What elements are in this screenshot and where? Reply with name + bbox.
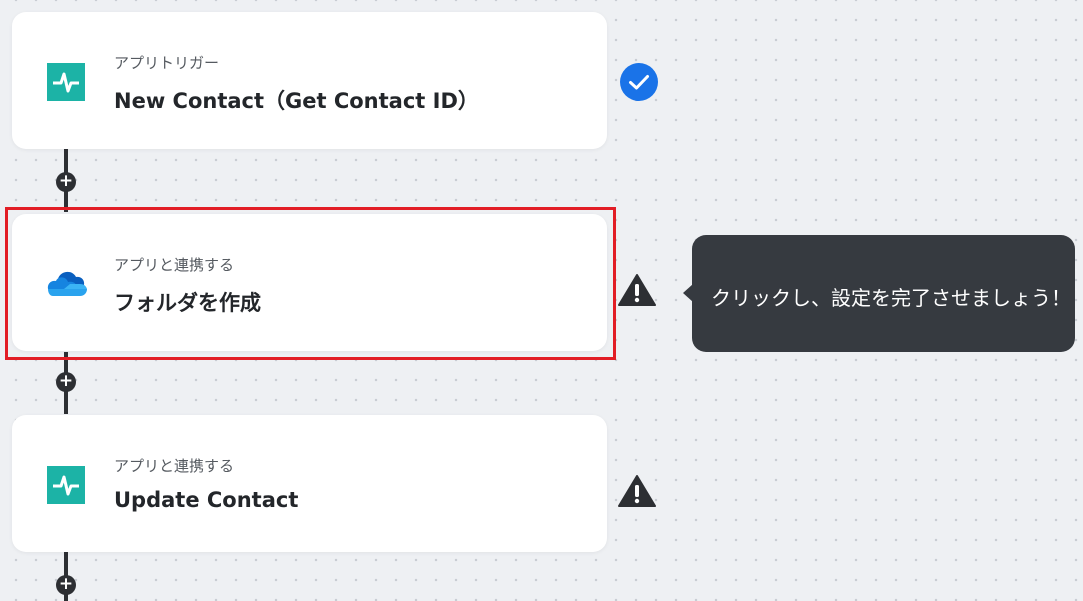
add-step-button[interactable]: + xyxy=(56,372,76,392)
flow-step-card-create-folder[interactable]: アプリと連携する フォルダを作成 xyxy=(12,214,607,351)
step-title: New Contact（Get Contact ID） xyxy=(114,89,479,113)
tooltip-text: クリックし、設定を完了させましょう！ xyxy=(711,286,1071,310)
step-title: Update Contact xyxy=(114,488,299,512)
warning-icon[interactable] xyxy=(618,273,656,307)
step-subtitle: アプリトリガー xyxy=(114,54,220,72)
add-step-button[interactable]: + xyxy=(56,575,76,595)
step-title: フォルダを作成 xyxy=(114,291,261,315)
step-subtitle: アプリと連携する xyxy=(114,256,235,274)
check-circle-icon xyxy=(620,63,658,101)
add-step-button[interactable]: + xyxy=(56,172,76,192)
onedrive-cloud-icon xyxy=(47,271,87,296)
teal-app-icon xyxy=(47,466,85,504)
tooltip-arrow xyxy=(683,284,693,302)
setup-tooltip: クリックし、設定を完了させましょう！ xyxy=(683,235,1075,352)
warning-icon[interactable] xyxy=(618,474,656,508)
flow-step-card-trigger[interactable]: アプリトリガー New Contact（Get Contact ID） xyxy=(12,12,607,149)
step-subtitle: アプリと連携する xyxy=(114,457,235,475)
flow-step-card-update-contact[interactable]: アプリと連携する Update Contact xyxy=(12,415,607,552)
teal-app-icon xyxy=(47,63,85,101)
